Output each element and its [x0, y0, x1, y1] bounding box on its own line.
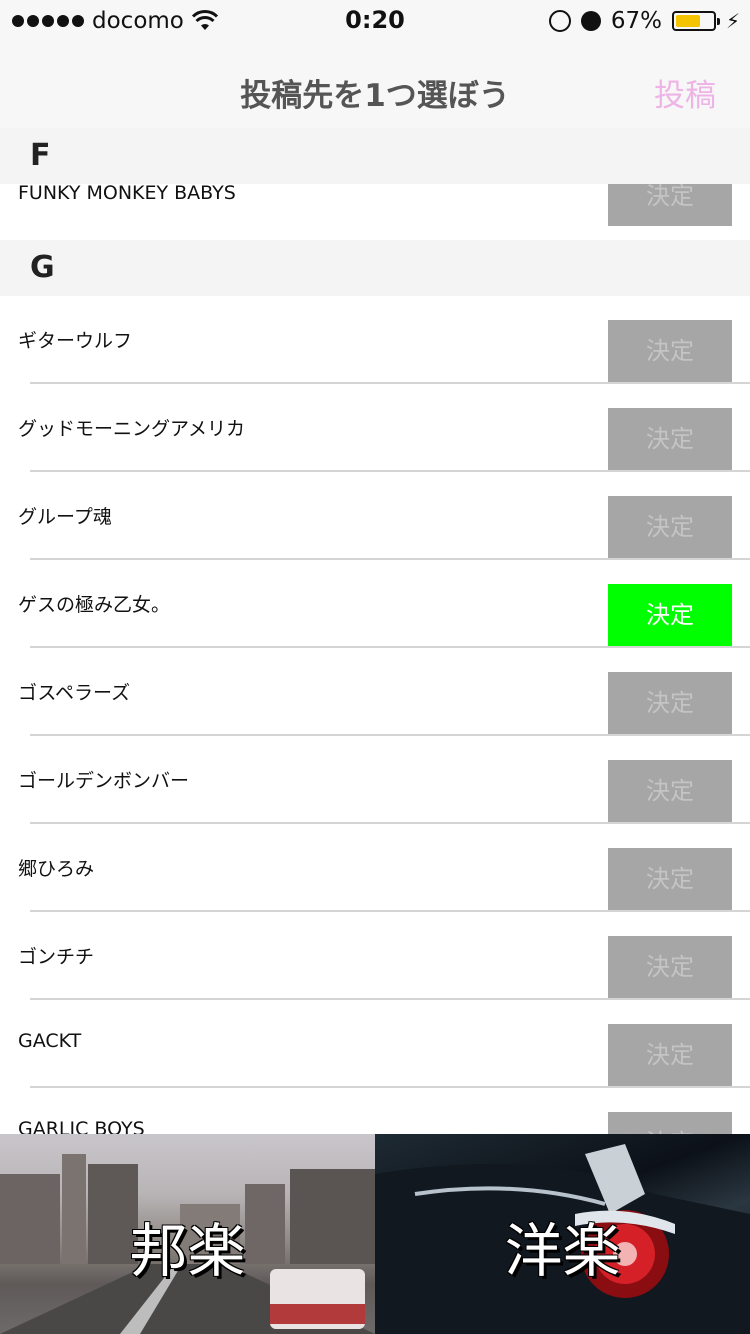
charging-icon: ⚡: [725, 9, 740, 33]
artist-name: ゴンチチ: [18, 946, 95, 968]
alarm-icon: [580, 11, 601, 31]
artist-name: GACKT: [18, 1030, 82, 1052]
list-item[interactable]: GACKT 決定: [0, 1000, 750, 1088]
artist-name: ギターウルフ: [18, 330, 133, 352]
navigation-bar: 投稿先を1つ選ぼう 投稿: [0, 42, 750, 128]
artist-name: ゴスペラーズ: [18, 682, 131, 704]
page-title: 投稿先を1つ選ぼう: [240, 78, 510, 114]
section-letter: G: [30, 250, 55, 285]
artist-name: FUNKY MONKEY BABYS: [18, 184, 236, 204]
confirm-button[interactable]: 決定: [608, 320, 732, 383]
list-item[interactable]: GARLIC BOYS 決定: [0, 1088, 750, 1134]
tab-yogaku[interactable]: 洋楽: [375, 1134, 750, 1334]
artist-name: グループ魂: [18, 506, 112, 528]
list-item[interactable]: ギターウルフ 決定: [0, 296, 750, 384]
status-right: 67% ⚡: [548, 6, 740, 36]
section-header-g: G: [0, 240, 750, 296]
section-letter: F: [30, 138, 51, 173]
genre-tabs: 邦楽 洋楽: [0, 1134, 750, 1334]
confirm-button[interactable]: 決定: [608, 408, 732, 471]
artist-name: グッドモーニングアメリカ: [18, 418, 246, 440]
confirm-button[interactable]: 決定: [608, 496, 732, 559]
list-item[interactable]: グッドモーニングアメリカ 決定: [0, 384, 750, 472]
confirm-button[interactable]: 決定: [608, 672, 732, 735]
artist-list[interactable]: F FUNKY MONKEY BABYS 決定 G ギターウルフ 決定 グッドモーニ…: [0, 128, 750, 1134]
post-button[interactable]: 投稿: [654, 70, 716, 115]
list-item[interactable]: ゲスの極み乙女。 決定: [0, 560, 750, 648]
section-header-f: F: [0, 128, 750, 184]
artist-name: 郷ひろみ: [18, 858, 95, 880]
confirm-button[interactable]: 決定: [608, 760, 732, 823]
status-bar: docomo 0:20 67% ⚡: [0, 0, 750, 42]
confirm-button[interactable]: 決定: [608, 584, 732, 647]
list-item[interactable]: FUNKY MONKEY BABYS 決定: [0, 184, 750, 240]
confirm-button[interactable]: 決定: [608, 1024, 732, 1087]
confirm-button[interactable]: 決定: [608, 1112, 732, 1134]
tab-label-hogaku: 邦楽: [129, 1217, 246, 1285]
confirm-button[interactable]: 決定: [608, 936, 732, 999]
tab-hogaku[interactable]: 邦楽: [0, 1134, 375, 1334]
list-item[interactable]: ゴンチチ 決定: [0, 912, 750, 1000]
battery-icon: [671, 11, 720, 31]
list-item[interactable]: ゴールデンボンバー 決定: [0, 736, 750, 824]
battery-level: [675, 15, 701, 27]
tab-label-yogaku: 洋楽: [504, 1217, 621, 1285]
artist-name: ゲスの極み乙女。: [18, 594, 171, 616]
battery-percent: 67%: [610, 8, 662, 34]
confirm-button[interactable]: 決定: [608, 184, 732, 226]
list-item[interactable]: ゴスペラーズ 決定: [0, 648, 750, 736]
orientation-lock-icon: [548, 10, 571, 32]
artist-name: GARLIC BOYS: [18, 1118, 145, 1134]
list-item[interactable]: グループ魂 決定: [0, 472, 750, 560]
section-g-rows: ギターウルフ 決定 グッドモーニングアメリカ 決定 グループ魂 決定 ゲスの極み乙女。 決定ゴ…: [0, 296, 750, 1134]
artist-name: ゴールデンボンバー: [18, 770, 190, 792]
confirm-button[interactable]: 決定: [608, 848, 732, 911]
list-item[interactable]: 郷ひろみ 決定: [0, 824, 750, 912]
